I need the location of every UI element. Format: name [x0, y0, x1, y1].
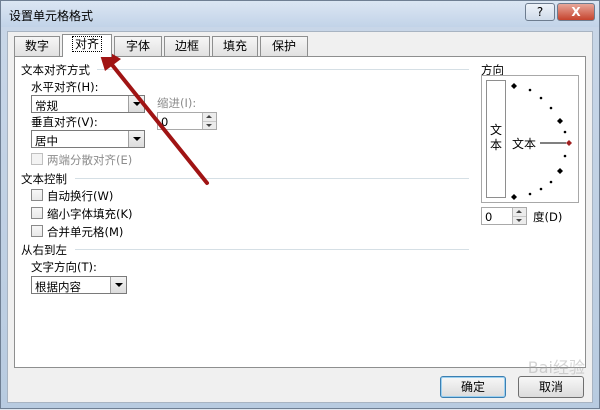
wrap-text-checkbox[interactable] [31, 189, 43, 201]
format-cells-dialog: 设置单元格格式 ? X 数字 对齐 字体 边框 填充 保护 文本对齐方式 水平对… [0, 0, 600, 409]
ok-button[interactable]: 确定 [440, 376, 506, 398]
vertical-label: 垂直对齐(V): [31, 115, 98, 129]
tab-number[interactable]: 数字 [14, 36, 60, 56]
justify-distributed-checkbox[interactable] [31, 153, 43, 165]
separator [75, 178, 469, 179]
shrink-to-fit-checkbox[interactable] [31, 207, 43, 219]
dial-handle[interactable] [566, 140, 572, 146]
dial-mark [563, 154, 567, 158]
chevron-down-icon[interactable] [128, 96, 144, 112]
degrees-stepper[interactable]: 0 [481, 207, 527, 225]
dial-mark [557, 168, 563, 174]
horizontal-value: 常规 [35, 99, 58, 113]
indent-value: 0 [161, 115, 169, 129]
watermark: Bai经验 [527, 358, 585, 377]
dial-mark [539, 187, 543, 191]
dial-mark [511, 194, 517, 200]
vertical-value: 居中 [35, 134, 58, 148]
dial-mark [539, 96, 543, 100]
degrees-value: 0 [485, 210, 493, 224]
alignment-panel: 文本对齐方式 水平对齐(H): 常规 缩进(I): 0 垂直对齐(V): 居中 [14, 56, 586, 368]
tab-protection[interactable]: 保护 [260, 36, 308, 56]
dial-mark [528, 88, 532, 92]
orientation-sample-text: 文本 [512, 137, 537, 151]
chevron-down-icon[interactable] [110, 277, 126, 293]
dial-mark [528, 192, 532, 196]
cancel-button[interactable]: 取消 [518, 376, 584, 398]
chevron-down-icon[interactable] [128, 131, 144, 147]
vertical-text-toggle[interactable]: 文本 [486, 80, 506, 198]
text-direction-label: 文字方向(T): [31, 260, 97, 274]
dial-mark [563, 130, 567, 134]
vertical-text-sample: 文本 [490, 123, 503, 152]
text-direction-select[interactable]: 根据内容 [31, 276, 127, 294]
dial-mark [511, 83, 517, 89]
spin-up-icon[interactable] [513, 208, 526, 216]
tab-fill[interactable]: 填充 [212, 36, 258, 56]
spin-down-icon[interactable] [203, 121, 216, 129]
dial-mark [549, 180, 553, 184]
spin-down-icon[interactable] [513, 216, 526, 224]
orientation-control[interactable]: 文本 文本 [481, 75, 579, 203]
title-bar: 设置单元格格式 ? X [1, 1, 599, 27]
indent-label: 缩进(I): [157, 96, 197, 110]
help-button[interactable]: ? [525, 3, 555, 21]
text-control-title: 文本控制 [21, 172, 67, 186]
degrees-label: 度(D) [533, 210, 563, 224]
separator [75, 249, 469, 250]
rtl-title: 从右到左 [21, 243, 67, 257]
merge-cells-label: 合并单元格(M) [47, 225, 124, 239]
tab-border[interactable]: 边框 [164, 36, 210, 56]
wrap-text-label: 自动换行(W) [47, 189, 114, 203]
indent-stepper[interactable]: 0 [157, 112, 217, 130]
text-direction-value: 根据内容 [35, 280, 81, 294]
merge-cells-checkbox[interactable] [31, 225, 43, 237]
separator [97, 69, 469, 70]
vertical-select[interactable]: 居中 [31, 130, 145, 148]
close-button[interactable]: X [557, 3, 595, 21]
spin-up-icon[interactable] [203, 113, 216, 121]
text-alignment-title: 文本对齐方式 [21, 63, 90, 77]
dial-mark [557, 118, 563, 124]
shrink-to-fit-label: 缩小字体填充(K) [47, 207, 133, 221]
tab-alignment[interactable]: 对齐 [62, 34, 112, 57]
horizontal-label: 水平对齐(H): [31, 80, 99, 94]
justify-distributed-label: 两端分散对齐(E) [47, 153, 133, 167]
dial-mark [549, 106, 553, 110]
horizontal-select[interactable]: 常规 [31, 95, 145, 113]
dialog-client: 数字 对齐 字体 边框 填充 保护 文本对齐方式 水平对齐(H): 常规 缩进(… [7, 31, 593, 403]
tab-font[interactable]: 字体 [114, 36, 162, 56]
dialog-title: 设置单元格格式 [9, 9, 94, 23]
